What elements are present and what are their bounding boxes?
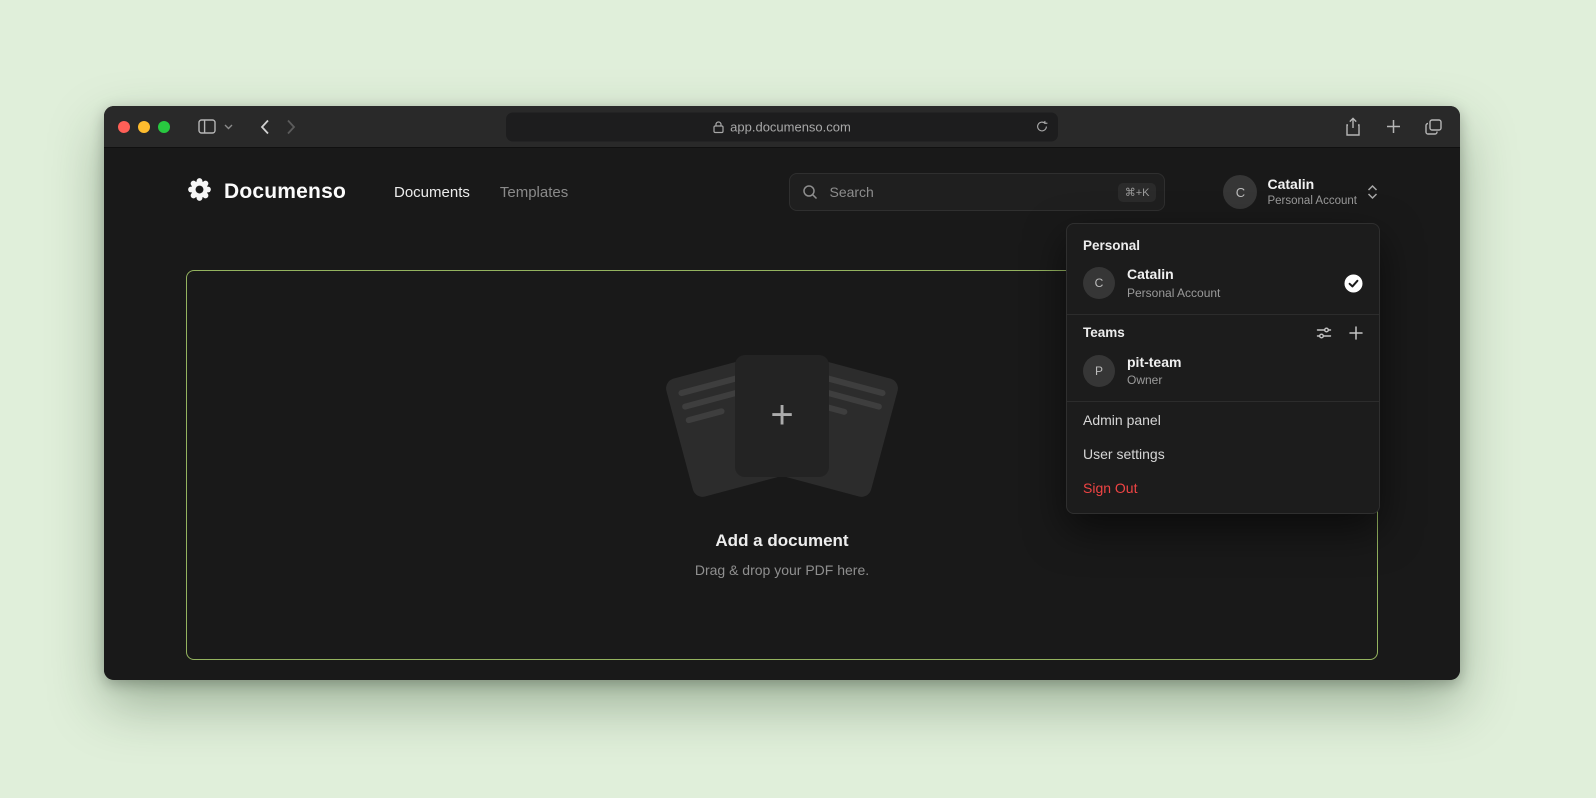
forward-button[interactable] — [278, 114, 304, 140]
nav-documents[interactable]: Documents — [394, 184, 470, 201]
document-stack-icon: + — [676, 353, 888, 503]
nav-templates[interactable]: Templates — [500, 184, 568, 201]
add-team-icon[interactable] — [1349, 326, 1363, 340]
personal-section-label: Personal — [1067, 228, 1379, 260]
plus-icon: + — [770, 395, 793, 435]
selected-check-icon — [1344, 274, 1363, 293]
reload-icon[interactable] — [1030, 115, 1054, 139]
browser-titlebar: app.documenso.com — [104, 106, 1460, 148]
personal-account-item[interactable]: C Catalin Personal Account — [1067, 260, 1379, 313]
zoom-window-button[interactable] — [158, 121, 170, 133]
personal-account-name: Catalin — [1127, 266, 1220, 284]
account-avatar: C — [1223, 175, 1257, 209]
dropzone-subtitle: Drag & drop your PDF here. — [695, 562, 869, 578]
account-dropdown-menu: Personal C Catalin Personal Account Team… — [1066, 223, 1380, 514]
teams-section-header: Teams — [1067, 316, 1379, 348]
team-role: Owner — [1127, 373, 1181, 388]
search-icon — [802, 184, 818, 200]
titlebar-right-controls — [1340, 114, 1446, 140]
menu-item-admin-panel[interactable]: Admin panel — [1067, 403, 1379, 437]
share-icon[interactable] — [1340, 114, 1366, 140]
menu-divider — [1067, 401, 1379, 402]
team-item-text: pit-team Owner — [1127, 354, 1181, 389]
brand[interactable]: Documenso — [186, 176, 346, 208]
back-button[interactable] — [252, 114, 278, 140]
personal-avatar: C — [1083, 267, 1115, 299]
team-name: pit-team — [1127, 354, 1181, 372]
personal-account-text: Catalin Personal Account — [1127, 266, 1220, 301]
menu-item-sign-out[interactable]: Sign Out — [1067, 471, 1379, 505]
dropzone-title: Add a document — [715, 531, 848, 551]
account-name: Catalin — [1267, 176, 1357, 194]
new-tab-icon[interactable] — [1380, 114, 1406, 140]
chevron-down-icon[interactable] — [220, 114, 236, 140]
search-shortcut-badge: ⌘+K — [1118, 183, 1157, 202]
url-text: app.documenso.com — [730, 119, 851, 134]
account-type: Personal Account — [1267, 194, 1357, 208]
minimize-window-button[interactable] — [138, 121, 150, 133]
search-bar[interactable]: ⌘+K — [789, 173, 1165, 211]
brand-name: Documenso — [224, 180, 346, 204]
menu-item-user-settings[interactable]: User settings — [1067, 437, 1379, 471]
chevrons-up-down-icon — [1367, 184, 1378, 200]
teams-actions — [1316, 325, 1363, 341]
menu-divider — [1067, 314, 1379, 315]
search-input[interactable] — [827, 183, 1108, 201]
address-bar[interactable]: app.documenso.com — [506, 112, 1058, 141]
team-item[interactable]: P pit-team Owner — [1067, 348, 1379, 401]
close-window-button[interactable] — [118, 121, 130, 133]
manage-teams-icon[interactable] — [1316, 325, 1332, 341]
lock-icon — [713, 120, 724, 133]
documenso-logo-icon — [186, 176, 213, 208]
card-line — [685, 407, 725, 423]
account-text: Catalin Personal Account — [1267, 176, 1357, 209]
documenso-app: Documenso Documents Templates ⌘+K C Cata… — [104, 148, 1460, 679]
tab-overview-icon[interactable] — [1420, 114, 1446, 140]
browser-window: app.documenso.com — [104, 106, 1460, 680]
teams-section-label: Teams — [1083, 325, 1125, 340]
document-card-add: + — [735, 355, 829, 477]
sidebar-toggle-icon[interactable] — [194, 114, 220, 140]
account-menu-button[interactable]: C Catalin Personal Account — [1223, 175, 1378, 209]
team-avatar: P — [1083, 355, 1115, 387]
main-nav: Documents Templates — [394, 184, 568, 201]
window-controls — [118, 121, 170, 133]
personal-account-type: Personal Account — [1127, 286, 1220, 301]
